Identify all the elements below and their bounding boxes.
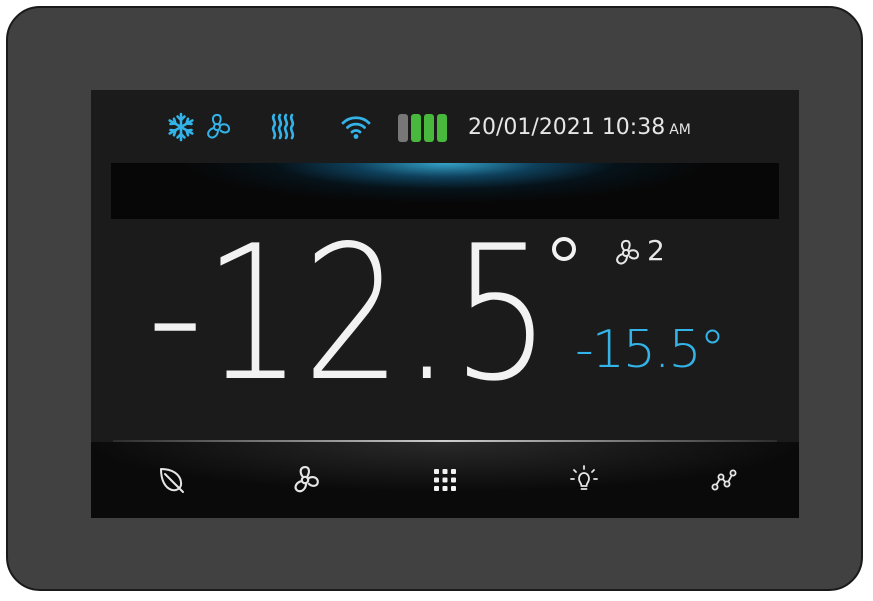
- current-temperature: -12.5: [147, 210, 551, 410]
- degree-symbol: [552, 237, 576, 261]
- time-text: 10:38: [601, 115, 666, 140]
- heater-icon: [271, 113, 295, 140]
- ampm-text: AM: [669, 122, 691, 138]
- status-bar: 20/01/2021 10:38 AM: [91, 90, 799, 162]
- eco-button[interactable]: [150, 458, 194, 502]
- fan-button[interactable]: [283, 458, 327, 502]
- date-text: 20/01/2021: [468, 115, 595, 140]
- graph-button[interactable]: [702, 458, 746, 502]
- fan-icon: [616, 239, 640, 265]
- menu-button[interactable]: [423, 458, 467, 502]
- date-time: 20/01/2021 10:38 AM: [468, 114, 691, 144]
- eco-leaf-icon: [160, 468, 184, 493]
- signal-bar: [411, 114, 421, 142]
- display-screen: 20/01/2021 10:38 AM -12.5 2 -15.5°: [91, 90, 799, 518]
- menu-grid-icon: [434, 469, 456, 491]
- wifi-icon: [341, 116, 371, 139]
- signal-bar: [437, 114, 447, 142]
- signal-bar: [424, 114, 434, 142]
- signal-bar: [398, 114, 408, 142]
- graph-icon: [711, 469, 737, 491]
- setpoint-temperature[interactable]: -15.5°: [575, 322, 726, 378]
- light-bulb-icon: [570, 465, 598, 490]
- fan-icon: [294, 466, 319, 493]
- fan-icon: [207, 113, 231, 139]
- current-temperature-value: -12.5: [147, 210, 551, 410]
- bottom-nav-bar: [91, 442, 799, 518]
- snowflake-icon: [168, 112, 194, 142]
- light-button[interactable]: [562, 458, 606, 502]
- fan-speed-value: 2: [647, 234, 665, 267]
